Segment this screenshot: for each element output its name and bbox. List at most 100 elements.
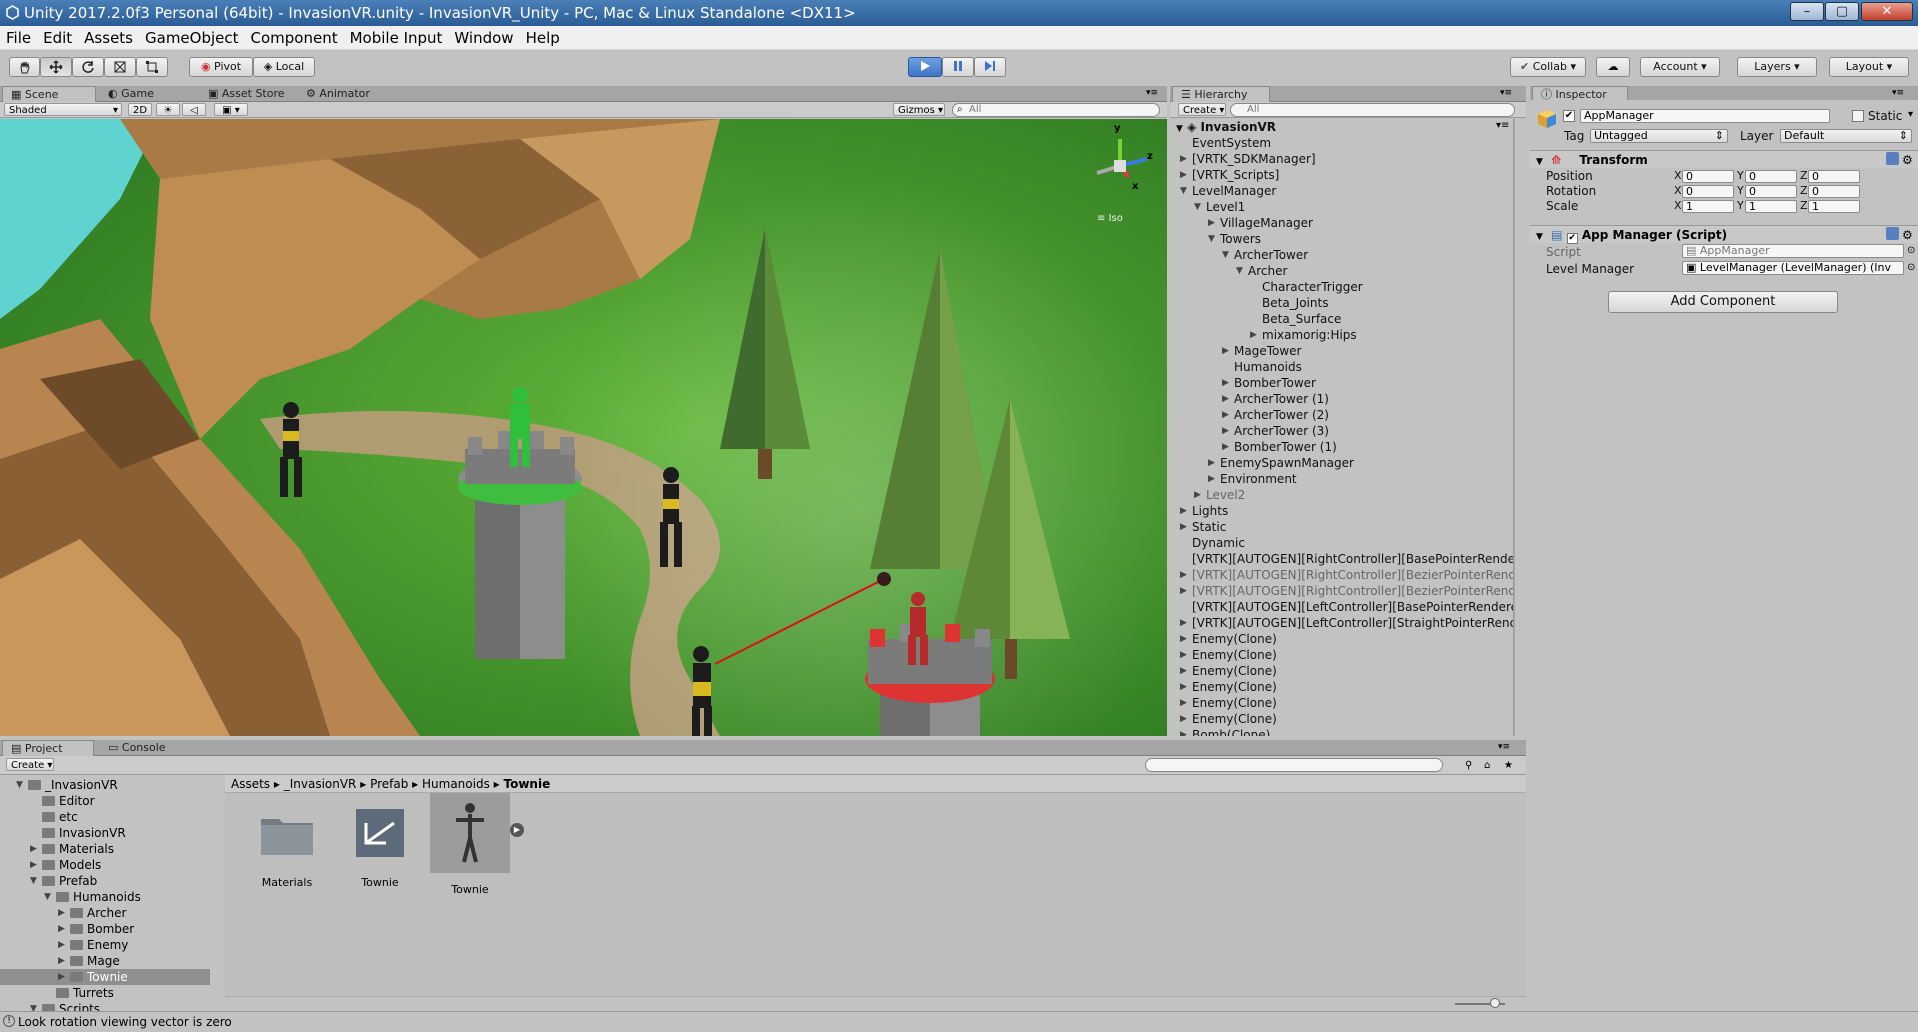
pivot-toggle[interactable]: ◉ Pivot	[189, 57, 253, 77]
collapse-arrow-icon[interactable]: ▶	[1222, 407, 1229, 423]
pause-button[interactable]	[942, 57, 974, 77]
layers-dropdown[interactable]: Layers ▾	[1737, 57, 1817, 77]
collapse-arrow-icon[interactable]: ▶	[1250, 327, 1257, 343]
axis-y-label[interactable]: Y	[1737, 199, 1744, 212]
menu-window[interactable]: Window	[448, 26, 519, 50]
hierarchy-item[interactable]: ▼ Towers	[1208, 231, 1261, 247]
collapse-arrow-icon[interactable]: ▶	[1180, 151, 1187, 167]
menu-gameobject[interactable]: GameObject	[139, 26, 245, 50]
scene-menu-icon[interactable]: ▾≡	[1496, 120, 1509, 131]
collapse-arrow-icon[interactable]: ▶	[1180, 727, 1187, 736]
tab-scene[interactable]: ▦ Scene	[2, 86, 96, 102]
transform-y-field[interactable]: 1	[1745, 200, 1797, 213]
filter-type-icon[interactable]: ⚲	[1465, 758, 1472, 773]
hierarchy-item[interactable]: CharacterTrigger	[1262, 279, 1363, 295]
folder-tree-item[interactable]: ▶ Models	[0, 857, 210, 873]
folder-tree-item[interactable]: ▼ Prefab	[0, 873, 210, 889]
collapse-arrow-icon[interactable]: ▶	[1208, 215, 1215, 231]
expand-arrow-icon[interactable]: ▼	[1180, 183, 1187, 199]
transform-x-field[interactable]: 0	[1682, 185, 1734, 198]
collapse-arrow-icon[interactable]: ▶	[1180, 663, 1187, 679]
breadcrumb-current[interactable]: Townie	[503, 777, 550, 791]
menu-mobile-input[interactable]: Mobile Input	[344, 26, 449, 50]
hierarchy-item[interactable]: ▶ mixamorig:Hips	[1250, 327, 1357, 343]
hierarchy-item[interactable]: ▶ ArcherTower (2)	[1222, 407, 1329, 423]
hierarchy-item[interactable]: ▶ Enemy(Clone)	[1180, 695, 1277, 711]
object-name-input[interactable]: AppManager	[1580, 109, 1830, 123]
breadcrumb-item[interactable]: Prefab	[370, 777, 408, 791]
hierarchy-item[interactable]: ▶ [VRTK_Scripts]	[1180, 167, 1279, 183]
collapse-arrow-icon[interactable]: ▶	[1222, 439, 1229, 455]
account-dropdown[interactable]: Account ▾	[1640, 57, 1720, 77]
cloud-button[interactable]: ☁	[1596, 57, 1630, 77]
hierarchy-scrollbar[interactable]	[1513, 119, 1515, 736]
transform-z-field[interactable]: 0	[1808, 170, 1860, 183]
collapse-arrow-icon[interactable]: ▶	[58, 905, 65, 921]
collapse-arrow-icon[interactable]: ▶	[1180, 679, 1187, 695]
collapse-arrow-icon[interactable]: ▶	[1222, 343, 1229, 359]
tab-game[interactable]: ◐ Game	[100, 86, 190, 102]
transform-header[interactable]: ▼ ⟰ Transform ⚙	[1530, 150, 1918, 168]
collapse-arrow-icon[interactable]: ▶	[1180, 567, 1187, 583]
panel-menu-icon[interactable]: ▾≡	[1146, 88, 1158, 98]
collapse-arrow-icon[interactable]: ▶	[30, 841, 37, 857]
hierarchy-item[interactable]: Beta_Joints	[1262, 295, 1328, 311]
filter-label-icon[interactable]: ⌂	[1484, 758, 1490, 773]
settings-gear-icon[interactable]: ⚙	[1902, 226, 1913, 244]
project-create-dropdown[interactable]: Create ▾	[6, 758, 54, 771]
menu-assets[interactable]: Assets	[78, 26, 139, 50]
collapse-arrow-icon[interactable]: ▶	[1180, 167, 1187, 183]
tab-console[interactable]: ▭ Console	[100, 740, 190, 756]
layer-dropdown[interactable]: Default ⇕	[1780, 129, 1912, 143]
hierarchy-item[interactable]: ▶ Bomb(Clone)	[1180, 727, 1270, 736]
expand-arrow-icon[interactable]: ▼	[1194, 199, 1201, 215]
menu-component[interactable]: Component	[245, 26, 344, 50]
hierarchy-item[interactable]: ▶ MageTower	[1222, 343, 1301, 359]
hierarchy-item[interactable]: ▶ EnemySpawnManager	[1208, 455, 1354, 471]
local-toggle[interactable]: ◈ Local	[253, 57, 315, 77]
hierarchy-item[interactable]: ▶ VillageManager	[1208, 215, 1313, 231]
hierarchy-item[interactable]: ▼ LevelManager	[1180, 183, 1276, 199]
collapse-arrow-icon[interactable]: ▶	[1180, 695, 1187, 711]
folder-tree-item[interactable]: ▶ Townie	[0, 969, 210, 985]
menu-edit[interactable]: Edit	[37, 26, 78, 50]
breadcrumb-item[interactable]: Humanoids	[422, 777, 490, 791]
breadcrumb-item[interactable]: Assets	[231, 777, 270, 791]
play-button[interactable]	[908, 57, 942, 77]
hierarchy-item[interactable]: ▶ [VRTK][AUTOGEN][RightController][Bezier…	[1180, 583, 1515, 599]
hierarchy-search-input[interactable]: All	[1230, 103, 1515, 117]
axis-z-label[interactable]: Z	[1800, 169, 1808, 182]
expand-arrow-icon[interactable]: ▼	[30, 873, 37, 889]
breadcrumb-item[interactable]: _InvasionVR	[284, 777, 357, 791]
expand-arrow-icon[interactable]: ▼	[1208, 231, 1215, 247]
expand-arrow-icon[interactable]: ▼	[44, 889, 51, 905]
hierarchy-item[interactable]: ▼ Level1	[1194, 199, 1245, 215]
collapse-arrow-icon[interactable]: ▶	[1222, 391, 1229, 407]
folder-tree-item[interactable]: etc	[0, 809, 210, 825]
rotate-tool-button[interactable]	[72, 57, 104, 77]
orientation-gizmo[interactable]: y z x	[1085, 123, 1155, 201]
expand-arrow-icon[interactable]: ▼	[1236, 263, 1243, 279]
expand-asset-icon[interactable]: ▶	[510, 823, 524, 837]
icon-size-slider-thumb[interactable]	[1490, 998, 1500, 1008]
collapse-arrow-icon[interactable]: ▶	[1222, 423, 1229, 439]
hand-tool-button[interactable]	[9, 57, 40, 77]
hierarchy-item[interactable]: ▶ ArcherTower (3)	[1222, 423, 1329, 439]
hierarchy-item[interactable]: ▼ ArcherTower	[1222, 247, 1308, 263]
axis-z-label[interactable]: Z	[1800, 199, 1808, 212]
axis-x-label[interactable]: X	[1674, 169, 1682, 182]
axis-y-label[interactable]: Y	[1737, 184, 1744, 197]
favorite-star-icon[interactable]: ★	[1504, 758, 1513, 773]
hierarchy-item[interactable]: ▶ Enemy(Clone)	[1180, 647, 1277, 663]
axis-y-label[interactable]: Y	[1737, 169, 1744, 182]
collapse-arrow-icon[interactable]: ▶	[58, 937, 65, 953]
help-book-icon[interactable]	[1886, 227, 1899, 240]
hierarchy-item[interactable]: [VRTK][AUTOGEN][LeftController][BasePoin…	[1192, 599, 1515, 615]
folder-tree-item[interactable]: ▶ Archer	[0, 905, 210, 921]
menu-file[interactable]: File	[0, 26, 37, 50]
settings-gear-icon[interactable]: ⚙	[1902, 151, 1913, 169]
hierarchy-item[interactable]: ▶ Enemy(Clone)	[1180, 711, 1277, 727]
menu-help[interactable]: Help	[520, 26, 566, 50]
asset-townie-model[interactable]: ▶ Townie	[425, 793, 524, 896]
collapse-arrow-icon[interactable]: ▶	[1194, 487, 1201, 503]
